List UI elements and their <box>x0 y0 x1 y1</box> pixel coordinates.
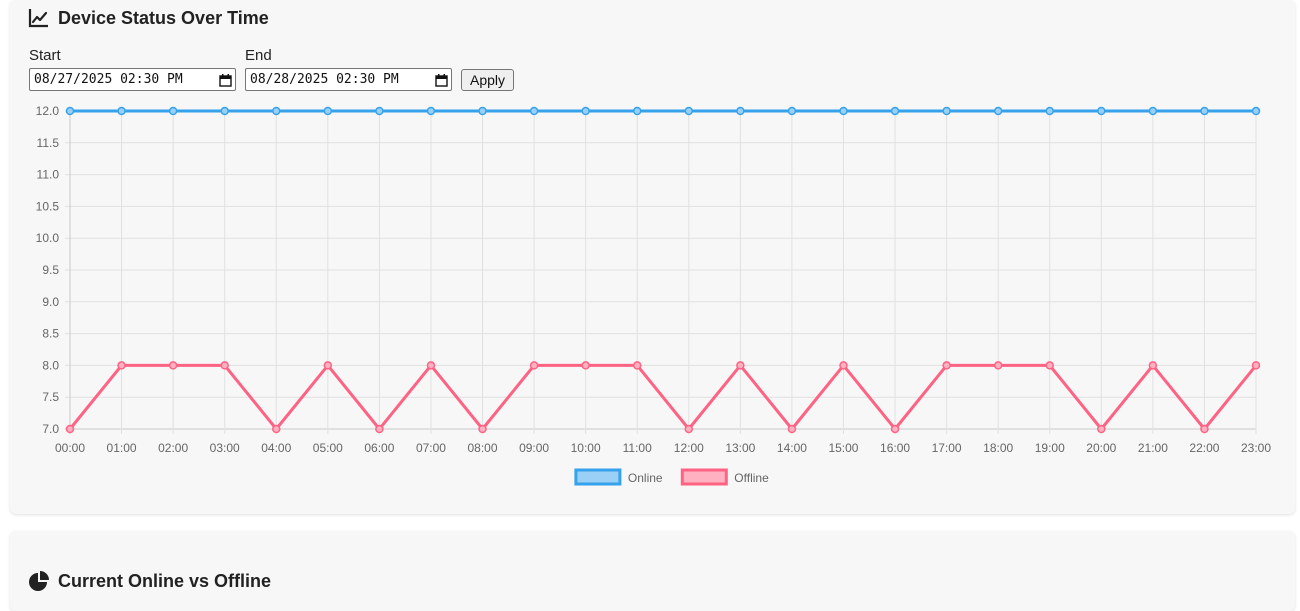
legend-swatch-offline <box>680 468 728 486</box>
device-status-card: Device Status Over Time Start End 08/27/… <box>10 0 1295 514</box>
data-point-offline <box>942 361 951 370</box>
current-status-title: Current Online vs Offline <box>28 570 271 592</box>
y-tick-label: 9.0 <box>42 295 59 309</box>
data-point-offline <box>220 361 229 370</box>
x-tick-label: 22:00 <box>1189 441 1219 455</box>
data-point-offline <box>787 424 797 434</box>
y-tick-label: 7.5 <box>42 390 59 404</box>
x-tick-label: 08:00 <box>468 441 498 455</box>
data-point-online <box>632 106 642 116</box>
current-status-card: Current Online vs Offline <box>10 531 1295 611</box>
data-point-online <box>323 106 333 116</box>
data-point-offline <box>478 424 487 434</box>
y-tick-label: 11.0 <box>37 168 60 182</box>
y-tick-label: 12.0 <box>36 104 60 118</box>
data-point-online <box>375 106 384 116</box>
legend-swatch-online <box>574 468 622 486</box>
data-point-offline <box>1251 361 1261 370</box>
data-point-offline <box>323 361 333 370</box>
data-point-offline <box>684 424 694 434</box>
data-point-offline <box>168 361 178 370</box>
data-point-online <box>1148 106 1158 116</box>
data-point-offline <box>272 424 281 434</box>
data-point-offline <box>1045 361 1054 370</box>
data-point-offline <box>375 424 384 434</box>
data-point-online <box>890 106 900 116</box>
data-point-online <box>65 106 75 116</box>
legend-label-online: Online <box>628 471 663 485</box>
data-point-online <box>1097 106 1106 116</box>
x-tick-label: 17:00 <box>932 441 962 455</box>
data-point-online <box>581 106 590 116</box>
y-tick-label: 10.5 <box>36 199 60 213</box>
data-point-offline <box>529 361 539 370</box>
x-tick-label: 20:00 <box>1086 441 1116 455</box>
y-tick-label: 11.5 <box>37 136 60 150</box>
x-tick-label: 23:00 <box>1241 441 1271 455</box>
x-tick-label: 03:00 <box>210 441 240 455</box>
data-point-online <box>117 106 126 116</box>
data-point-offline <box>1097 424 1106 434</box>
x-tick-label: 12:00 <box>674 441 704 455</box>
x-tick-label: 10:00 <box>571 441 601 455</box>
x-tick-label: 11:00 <box>623 441 652 455</box>
data-point-offline <box>117 361 126 370</box>
data-point-online <box>993 106 1003 116</box>
y-tick-label: 8.5 <box>42 327 59 341</box>
x-tick-label: 21:00 <box>1138 441 1168 455</box>
y-tick-label: 10.0 <box>36 231 60 245</box>
y-tick-label: 8.0 <box>42 358 59 372</box>
x-tick-label: 09:00 <box>519 441 549 455</box>
data-point-offline <box>581 361 590 370</box>
x-tick-label: 13:00 <box>725 441 755 455</box>
x-tick-label: 16:00 <box>880 441 910 455</box>
x-tick-label: 01:00 <box>107 441 137 455</box>
data-point-offline <box>632 361 642 370</box>
data-point-offline <box>1148 361 1158 370</box>
data-point-online <box>426 106 436 116</box>
x-tick-label: 06:00 <box>364 441 394 455</box>
data-point-online <box>478 106 487 116</box>
data-point-online <box>1251 106 1261 116</box>
data-point-offline <box>736 361 745 370</box>
x-tick-label: 18:00 <box>983 441 1013 455</box>
data-point-online <box>684 106 694 116</box>
x-tick-label: 02:00 <box>158 441 188 455</box>
data-point-online <box>839 106 848 116</box>
data-point-online <box>942 106 951 116</box>
data-point-online <box>220 106 229 116</box>
data-point-offline <box>839 361 848 370</box>
legend-label-offline: Offline <box>734 471 769 485</box>
device-status-line-chart: 7.0 7.5 8.0 8.5 9.0 9.5 10.0 10.5 11.0 11.5 12.0 00… <box>36 104 1271 486</box>
data-point-online <box>787 106 797 116</box>
x-tick-label: 04:00 <box>261 441 291 455</box>
x-tick-label: 14:00 <box>777 441 807 455</box>
y-tick-label: 7.0 <box>42 422 59 436</box>
data-point-online <box>168 106 178 116</box>
current-status-title-text: Current Online vs Offline <box>58 570 272 591</box>
data-point-online <box>529 106 539 116</box>
x-tick-label: 19:00 <box>1035 441 1065 455</box>
pie-chart-icon <box>28 570 50 592</box>
data-point-online <box>272 106 281 116</box>
data-point-offline <box>1200 424 1209 434</box>
data-point-offline <box>65 424 75 434</box>
x-tick-label: 07:00 <box>416 441 446 455</box>
data-point-offline <box>426 361 436 370</box>
x-tick-label: 00:00 <box>55 441 85 455</box>
data-point-offline <box>993 361 1003 370</box>
x-tick-label: 05:00 <box>313 441 343 455</box>
data-point-offline <box>890 424 900 434</box>
data-point-online <box>1045 106 1054 116</box>
y-tick-label: 9.5 <box>42 263 59 277</box>
x-tick-label: 15:00 <box>828 441 858 455</box>
data-point-online <box>1200 106 1209 116</box>
data-point-online <box>736 106 745 116</box>
